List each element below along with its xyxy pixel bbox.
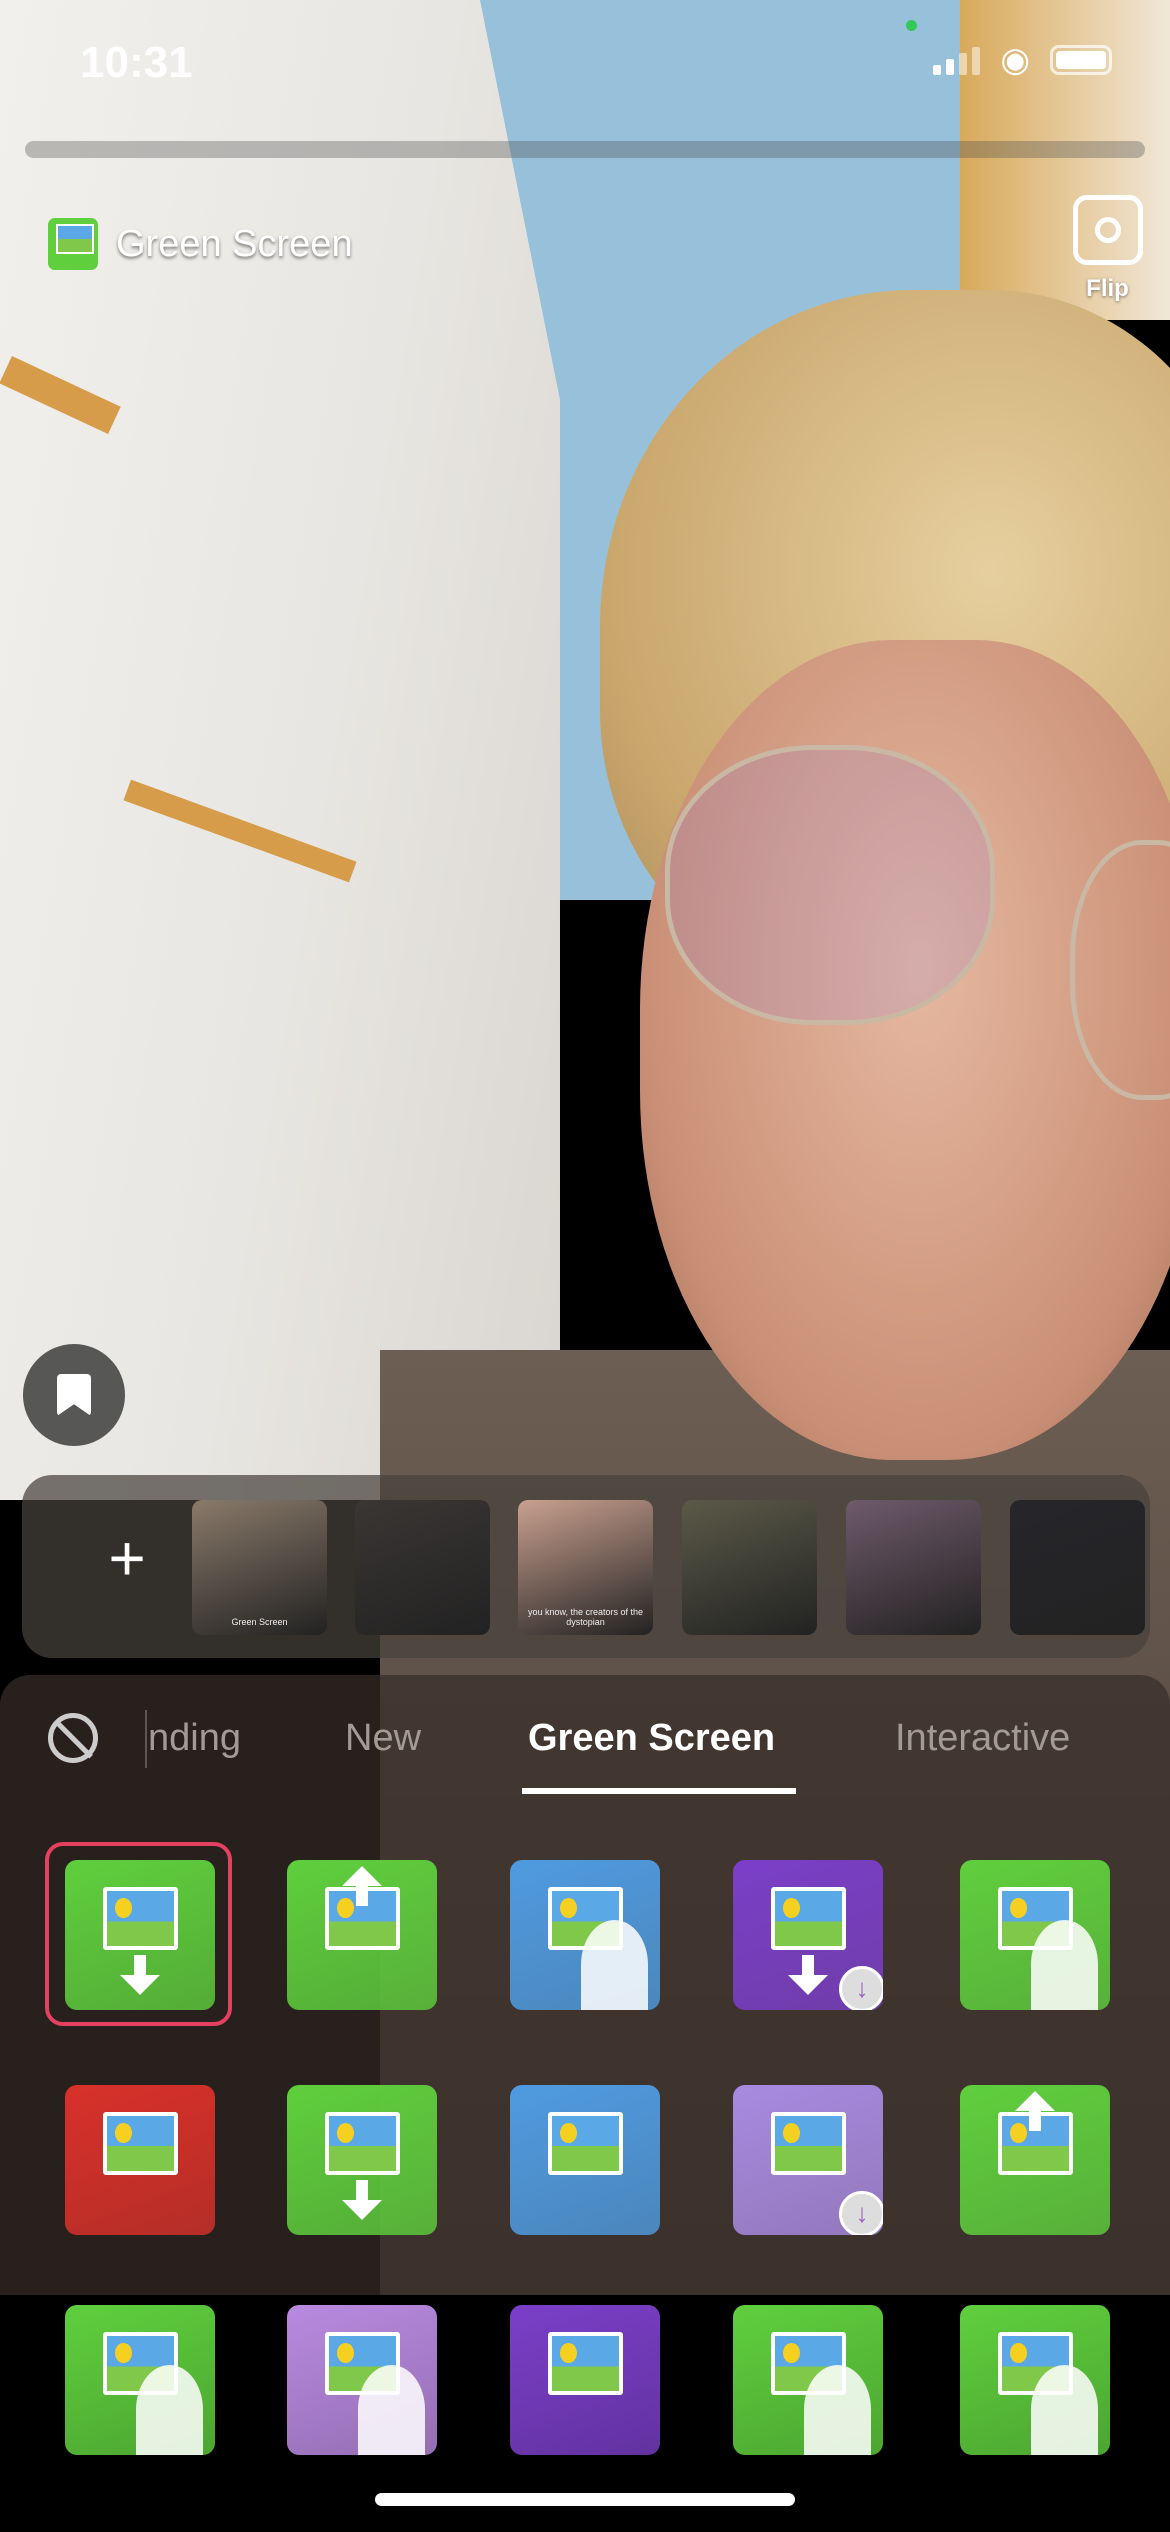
effect-hand-figure[interactable] xyxy=(733,2305,883,2455)
flip-button[interactable]: Flip xyxy=(1060,195,1155,303)
flip-label: Flip xyxy=(1086,275,1129,302)
recent-media-strip: + Green Screen you know, the creators of … xyxy=(22,1475,1150,1658)
selected-effect-outline xyxy=(45,1842,232,2026)
wifi-icon: ◉ xyxy=(1000,41,1030,79)
effect-heart-shirt[interactable]: ↓ xyxy=(733,2085,883,2235)
recent-thumbnail[interactable] xyxy=(846,1500,981,1635)
download-badge-icon: ↓ xyxy=(839,2191,883,2235)
arrow-down-icon xyxy=(788,1955,828,1995)
person-silhouette-icon xyxy=(1030,2365,1098,2455)
landscape-photo-icon xyxy=(770,1887,846,1950)
tab-green-screen[interactable]: Green Screen xyxy=(528,1717,775,1760)
active-tab-indicator xyxy=(522,1788,796,1794)
recent-thumbnail[interactable] xyxy=(355,1500,490,1635)
status-icons: ◉ xyxy=(933,41,1112,79)
person-silhouette-icon xyxy=(803,2365,871,2455)
landscape-photo-icon xyxy=(324,2112,400,2175)
effect-mask-photo[interactable] xyxy=(510,2085,660,2235)
effect-photo-down[interactable] xyxy=(287,2085,437,2235)
effect-video-up[interactable] xyxy=(287,1860,437,2010)
effect-photo-person[interactable] xyxy=(510,1860,660,2010)
person-silhouette-icon xyxy=(1030,1920,1098,2010)
recent-thumbnail[interactable]: Green Screen xyxy=(192,1500,327,1635)
recent-thumbnail[interactable] xyxy=(1010,1500,1145,1635)
tab-trending[interactable]: nding xyxy=(148,1717,241,1760)
landscape-photo-icon xyxy=(547,2112,623,2175)
effect-photo-person[interactable] xyxy=(287,2305,437,2455)
status-time: 10:31 xyxy=(80,38,193,87)
person-silhouette-icon xyxy=(135,2365,203,2455)
flip-camera-icon xyxy=(1072,195,1143,265)
divider xyxy=(145,1710,147,1768)
effect-person-landscape[interactable] xyxy=(960,1860,1110,2010)
home-indicator[interactable] xyxy=(375,2493,795,2506)
camera-in-use-indicator xyxy=(906,20,917,31)
effect-category-tabs: nding New Green Screen Interactive xyxy=(0,1705,1170,1775)
landscape-photo-icon xyxy=(102,2112,178,2175)
effect-video-up[interactable] xyxy=(960,2085,1110,2235)
recent-thumbnail[interactable] xyxy=(682,1500,817,1635)
thumbnail-caption: you know, the creators of the dystopian xyxy=(527,1607,644,1627)
landscape-photo-icon xyxy=(547,2332,623,2395)
effect-tilted-photo[interactable] xyxy=(65,2085,215,2235)
tab-new[interactable]: New xyxy=(345,1717,421,1760)
effect-eyes-photo[interactable] xyxy=(510,2305,660,2455)
green-screen-icon xyxy=(48,218,98,270)
effect-heart-download[interactable]: ↓ xyxy=(733,1860,883,2010)
effect-hand-person[interactable] xyxy=(65,2305,215,2455)
battery-icon xyxy=(1050,45,1112,75)
recent-thumbnail[interactable]: you know, the creators of the dystopian xyxy=(518,1500,653,1635)
thumbnail-caption: Green Screen xyxy=(231,1617,288,1627)
current-effect[interactable]: Green Screen xyxy=(48,218,353,270)
bookmark-icon xyxy=(57,1374,91,1416)
recording-progress-bar xyxy=(25,141,1145,158)
cellular-signal-icon xyxy=(933,47,981,75)
landscape-photo-icon xyxy=(770,2112,846,2175)
effect-name: Green Screen xyxy=(116,222,353,265)
person-silhouette-icon xyxy=(580,1920,648,2010)
no-effect-icon[interactable] xyxy=(48,1713,98,1763)
plus-icon[interactable]: + xyxy=(102,1526,152,1590)
arrow-down-icon xyxy=(342,2180,382,2220)
bookmark-button[interactable] xyxy=(23,1344,125,1446)
tab-interactive[interactable]: Interactive xyxy=(895,1717,1070,1760)
person-silhouette-icon xyxy=(357,2365,425,2455)
effect-photo-person[interactable] xyxy=(960,2305,1110,2455)
download-badge-icon: ↓ xyxy=(839,1966,883,2010)
